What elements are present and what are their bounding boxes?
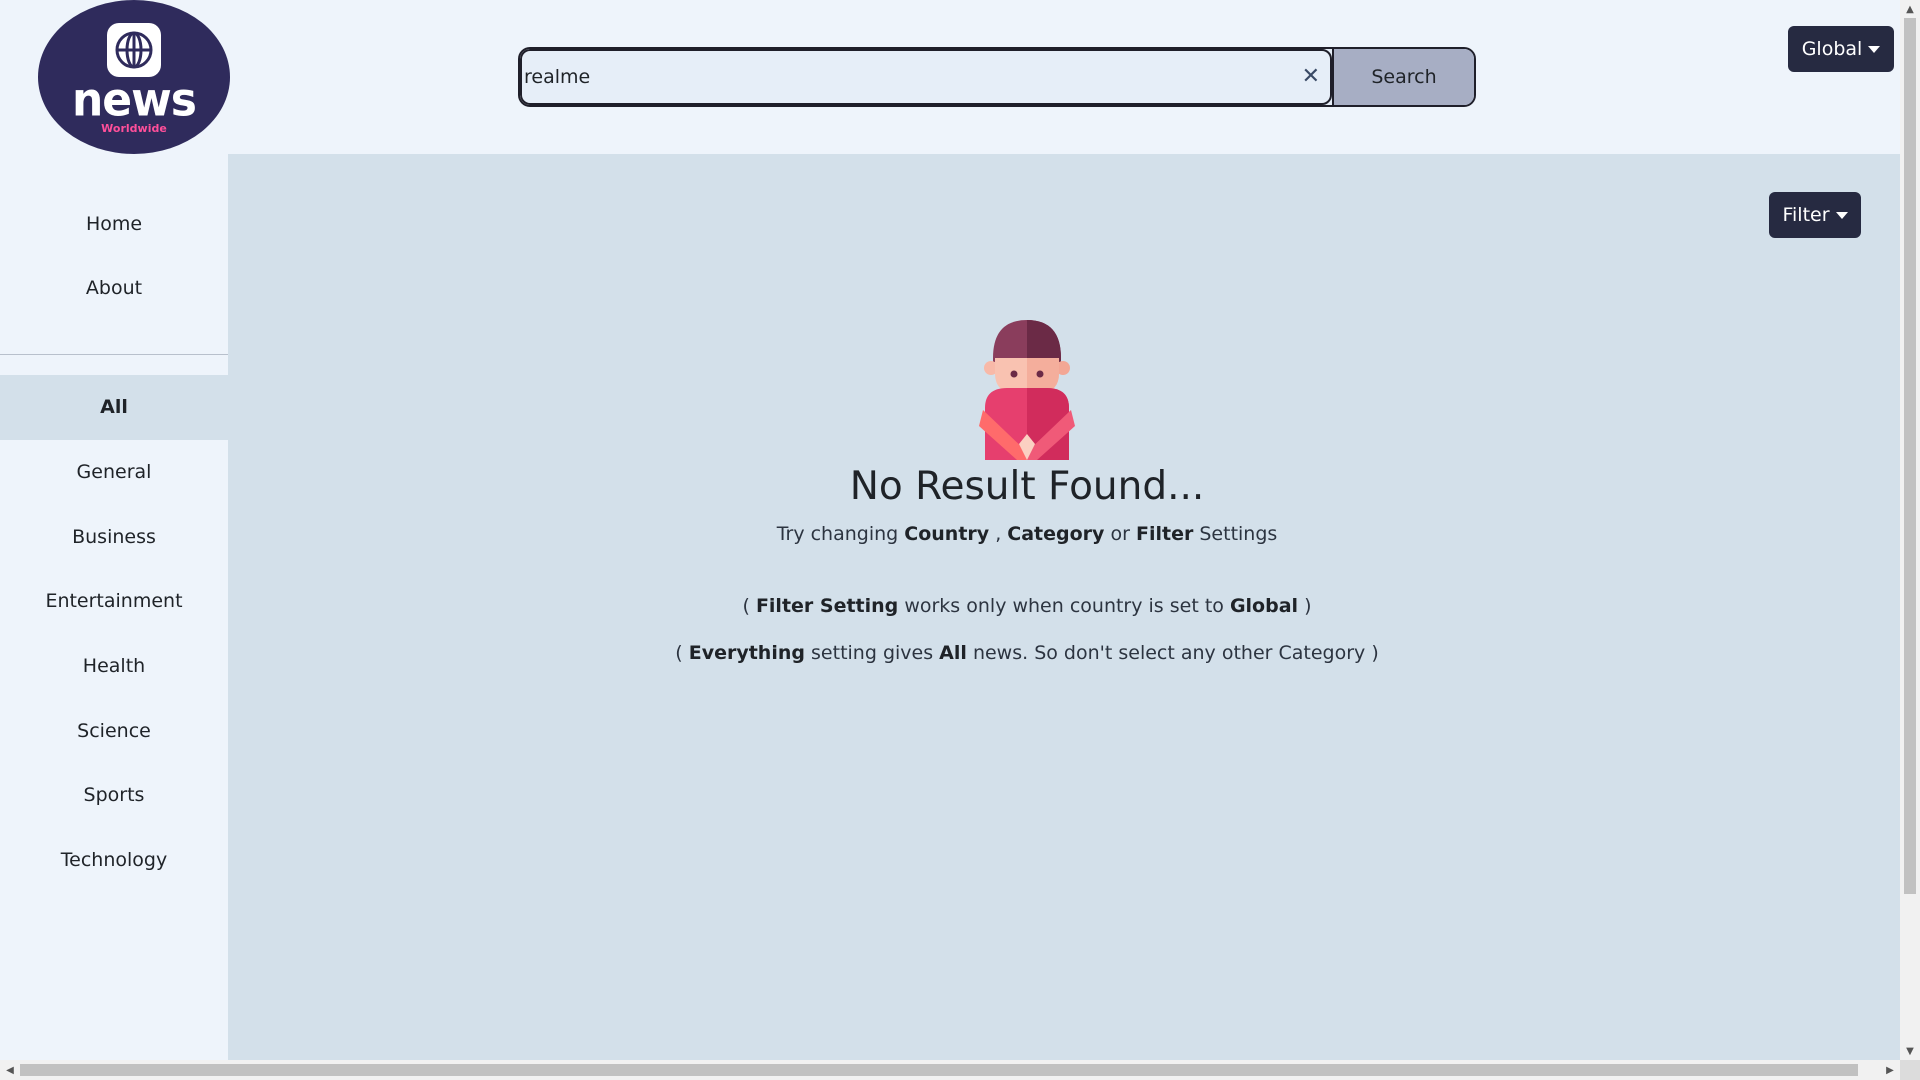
category-business[interactable]: Business — [0, 504, 228, 569]
filter-note: ( Filter Setting works only when country… — [742, 595, 1311, 617]
note1-mid: works only when country is set to — [904, 595, 1224, 617]
caret-down-icon — [1868, 45, 1881, 53]
sub-category: Category — [1007, 523, 1105, 545]
search-input[interactable] — [522, 51, 1330, 103]
horizontal-scroll-thumb[interactable] — [20, 1064, 1858, 1076]
note2-mid2: news. So don't select any other Category — [972, 642, 1366, 664]
sidebar: Home About All General Business Entertai… — [0, 154, 228, 1060]
sub-or: or — [1110, 523, 1130, 545]
scroll-left-icon[interactable]: ◀ — [0, 1060, 20, 1080]
sub-comma: , — [995, 523, 1002, 545]
main-content: Filter No Result Found... Try changing C… — [228, 154, 1900, 1060]
brand-logo[interactable]: news Worldwide — [38, 0, 230, 154]
paren-close: ) — [1304, 595, 1312, 617]
scroll-down-icon[interactable]: ▼ — [1900, 1042, 1920, 1060]
vertical-scrollbar[interactable]: ▲ ▼ — [1900, 0, 1920, 1060]
nav-about[interactable]: About — [0, 256, 228, 320]
category-health[interactable]: Health — [0, 634, 228, 699]
category-technology[interactable]: Technology — [0, 828, 228, 893]
horizontal-scrollbar[interactable]: ◀ ▶ — [0, 1060, 1900, 1080]
empty-state: No Result Found... Try changing Country … — [228, 318, 1826, 664]
country-label: Global — [1801, 38, 1863, 60]
scroll-right-icon[interactable]: ▶ — [1880, 1060, 1900, 1080]
empty-title: No Result Found... — [849, 464, 1205, 509]
everything-note: ( Everything setting gives All news. So … — [675, 642, 1379, 664]
note2-bold2: All — [939, 642, 967, 664]
country-dropdown[interactable]: Global — [1788, 26, 1894, 72]
logo-word: news — [71, 73, 197, 128]
search-field-wrap: ✕ — [520, 49, 1332, 105]
empty-subtitle: Try changing Country , Category or Filte… — [777, 523, 1278, 545]
category-general[interactable]: General — [0, 440, 228, 505]
clear-icon[interactable]: ✕ — [1302, 66, 1320, 88]
category-entertainment[interactable]: Entertainment — [0, 569, 228, 634]
sub-country: Country — [904, 523, 990, 545]
category-all[interactable]: All — [0, 375, 228, 440]
scrollbar-corner — [1900, 1060, 1920, 1080]
category-science[interactable]: Science — [0, 698, 228, 763]
sub-filter: Filter — [1135, 523, 1194, 545]
vertical-scroll-thumb[interactable] — [1904, 18, 1916, 894]
sidebar-divider — [0, 354, 228, 355]
globe-icon — [107, 23, 161, 77]
page: news Worldwide ✕ Search Global Home Abou… — [0, 0, 1920, 1080]
nav-home[interactable]: Home — [0, 192, 228, 256]
note2-mid1: setting gives — [811, 642, 934, 664]
search-button[interactable]: Search — [1332, 49, 1474, 105]
filter-label: Filter — [1782, 204, 1830, 226]
filter-dropdown[interactable]: Filter — [1769, 192, 1861, 238]
note1-bold2: Global — [1229, 595, 1299, 617]
paren-close: ) — [1371, 642, 1379, 664]
note1-bold1: Filter Setting — [755, 595, 899, 617]
caret-down-icon — [1835, 211, 1848, 219]
note2-bold1: Everything — [688, 642, 805, 664]
paren-open: ( — [675, 642, 683, 664]
search-bar: ✕ Search — [518, 47, 1476, 107]
category-sports[interactable]: Sports — [0, 763, 228, 828]
paren-open: ( — [742, 595, 750, 617]
sub-settings: Settings — [1199, 523, 1278, 545]
scroll-up-icon[interactable]: ▲ — [1900, 0, 1920, 18]
sub-text: Try changing — [776, 523, 899, 545]
person-illustration — [979, 320, 1075, 460]
